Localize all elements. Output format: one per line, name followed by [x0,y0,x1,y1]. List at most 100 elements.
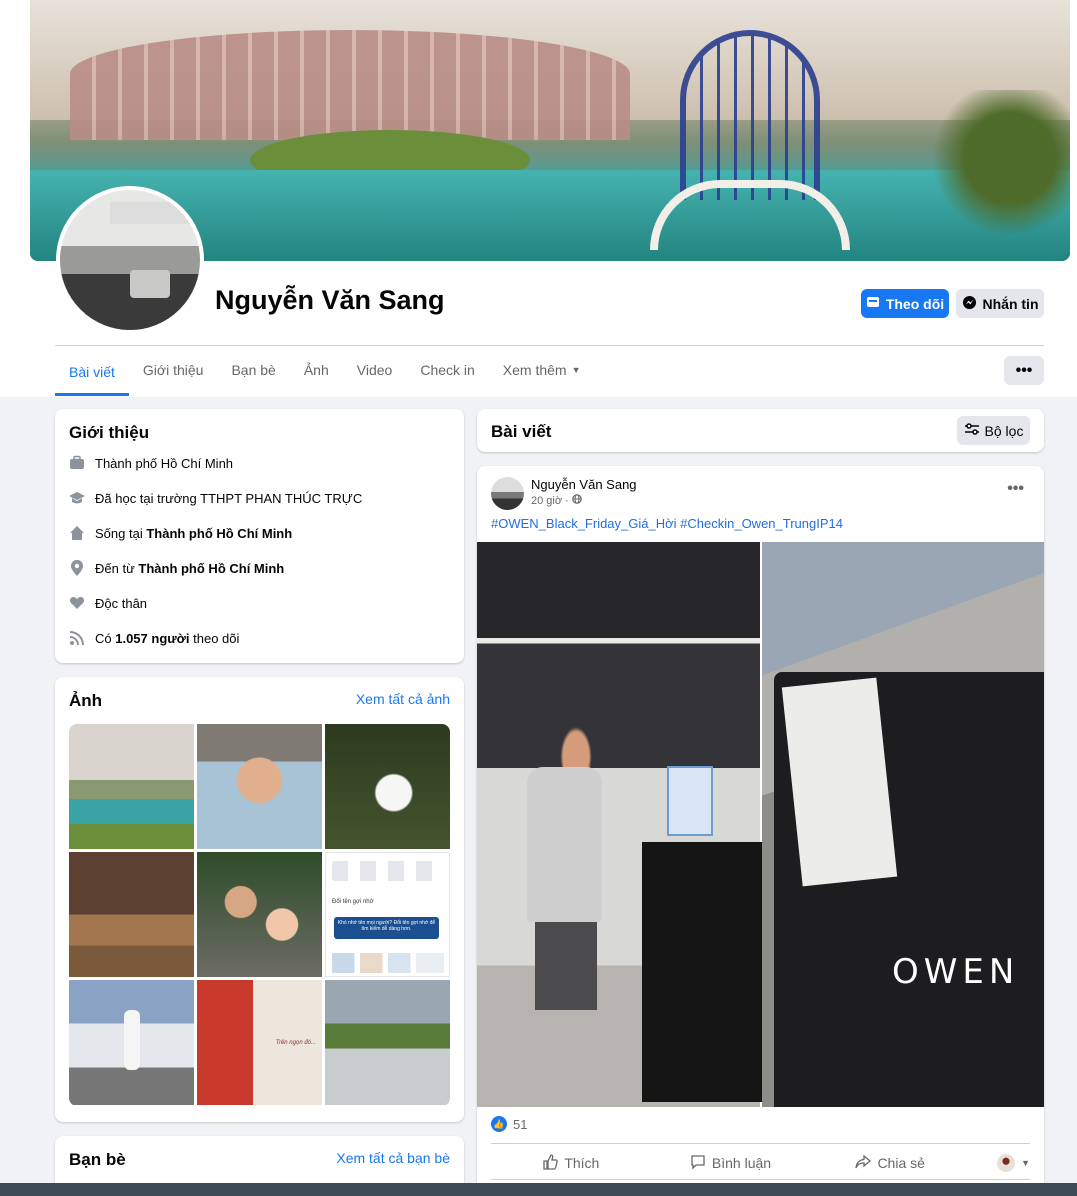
briefcase-icon [69,455,85,471]
post-photo-bag[interactable]: OWEN [762,542,1044,1107]
tab-more-label: Xem thêm [502,362,567,378]
thumbs-up-icon [542,1153,559,1173]
thumbnail-screenshot-tip: Khó nhớ tên mọi người? Đổi tên gợi nhớ đ… [334,917,439,939]
photo-grid: Đổi tên gợi nhớ Khó nhớ tên mọi người? Đ… [69,724,450,1106]
tab-posts[interactable]: Bài viết [55,350,129,396]
caret-down-icon: ▼ [571,365,581,375]
intro-followers-suffix: theo dõi [189,630,240,646]
message-label: Nhắn tin [982,295,1039,312]
photo-thumbnail[interactable] [197,724,322,849]
graduation-cap-icon [69,490,85,506]
post-options-icon[interactable]: ••• [1007,480,1024,498]
photo-thumbnail[interactable] [325,724,450,849]
post-photo-store[interactable] [477,542,762,1107]
intro-from-text: Đến từ Thành phố Hồ Chí Minh [95,561,284,576]
taskbar-strip [0,1183,1077,1196]
post-timestamp: 20 giờ · [531,494,582,507]
post-card: Nguyễn Văn Sang 20 giờ · ••• #OWEN_Black… [477,466,1044,1196]
rss-icon [69,630,85,646]
viewer-avatar [997,1154,1016,1172]
heart-icon [69,595,85,611]
photos-title: Ảnh [69,691,103,710]
comment-icon [690,1154,706,1173]
photo-thumbnail[interactable] [69,852,194,977]
photo-thumbnail[interactable]: Trên ngọn đó... [197,980,322,1105]
see-all-photos-link[interactable]: Xem tất cả ảnh [356,691,450,707]
intro-followers-text: Có 1.057 người theo dõi [95,631,239,646]
thumbnail-icon-row [332,861,444,881]
post-divider [491,1143,1030,1144]
filter-label: Bộ lọc [984,422,1024,439]
location-pin-icon [69,560,85,576]
tab-friends[interactable]: Bạn bè [217,350,289,390]
intro-followers-count[interactable]: 1.057 người [115,631,189,646]
thumbnail-screenshot-title: Đổi tên gợi nhớ [332,899,374,905]
messenger-icon [962,295,977,313]
reaction-summary[interactable]: 👍 51 [491,1116,527,1132]
post-time-text[interactable]: 20 giờ · [531,495,569,507]
posts-header-card: Bài viết Bộ lọc [477,409,1044,452]
intro-item-education: Đã học tại trường TTHPT PHAN THÚC TRỰC [69,490,362,506]
photo-thumbnail[interactable] [197,852,322,977]
globe-icon [571,494,582,507]
profile-tabs: Bài viết Giới thiệu Bạn bè Ảnh Video Che… [55,350,595,396]
home-icon [69,525,85,541]
like-label: Thích [564,1155,600,1171]
share-button[interactable]: Chia sẻ [810,1148,970,1178]
follow-label: Theo dõi [885,295,945,312]
header-divider [55,345,1044,346]
intro-item-lives: Sống tại Thành phố Hồ Chí Minh [69,525,292,541]
thumbnail-media-row [332,953,444,973]
post-author-avatar[interactable] [491,477,524,510]
intro-lives-text: Sống tại Thành phố Hồ Chí Minh [95,526,292,541]
intro-item-followers: Có 1.057 người theo dõi [69,630,239,646]
tab-about[interactable]: Giới thiệu [129,350,218,390]
intro-item-text: Thành phố Hồ Chí Minh [95,455,234,471]
caret-down-icon: ▼ [1021,1158,1031,1168]
photo-thumbnail[interactable] [69,724,194,849]
profile-name: Nguyễn Văn Sang [215,285,445,315]
intro-followers-prefix: Có [95,630,116,646]
share-icon [855,1154,872,1173]
sliders-icon [964,422,980,439]
message-button[interactable]: Nhắn tin [956,289,1044,318]
post-actions: Thích Bình luận Chia sẻ ▼ [491,1148,1030,1178]
more-options-button[interactable]: ••• [1004,356,1044,385]
intro-lives-city[interactable]: Thành phố Hồ Chí Minh [146,526,292,541]
intro-item-work: Thành phố Hồ Chí Minh [69,455,233,471]
post-author-name[interactable]: Nguyễn Văn Sang [531,477,637,492]
like-button[interactable]: Thích [491,1148,651,1178]
profile-avatar[interactable] [56,186,204,334]
friends-title: Bạn bè [69,1150,126,1169]
intro-from-prefix: Đến từ [95,560,139,576]
intro-lives-prefix: Sống tại [95,525,147,541]
tab-more[interactable]: Xem thêm ▼ [489,350,595,390]
post-hashtags[interactable]: #OWEN_Black_Friday_Giá_Hời #Checkin_Owen… [491,516,843,531]
filter-button[interactable]: Bộ lọc [957,416,1030,445]
comment-label: Bình luận [711,1155,772,1171]
thumbnail-caption: Trên ngọn đó... [275,1040,316,1046]
reaction-audience-selector[interactable]: ▼ [970,1148,1030,1178]
posts-title: Bài viết [491,422,552,441]
intro-item-text: Đã học tại trường TTHPT PHAN THÚC TRỰC [95,490,363,506]
profile-header: Nguyễn Văn Sang Theo dõi Nhắn tin Bài vi… [0,0,1077,397]
photo-thumbnail[interactable]: Đổi tên gợi nhớ Khó nhớ tên mọi người? Đ… [325,852,450,977]
photo-thumbnail[interactable] [69,980,194,1105]
intro-item-text: Độc thân [95,595,148,611]
tab-check-in[interactable]: Check in [406,350,488,390]
photo-thumbnail[interactable] [325,980,450,1105]
bag-brand-text: OWEN [892,952,1020,992]
share-label: Chia sẻ [877,1155,925,1171]
intro-item-from: Đến từ Thành phố Hồ Chí Minh [69,560,284,576]
see-all-friends-link[interactable]: Xem tất cả bạn bè [336,1150,450,1166]
tab-video[interactable]: Video [343,350,407,390]
photos-card: Ảnh Xem tất cả ảnh Đổi tên gợi nhớ Khó n… [55,677,464,1122]
post-divider [491,1179,1030,1180]
intro-card: Giới thiệu Thành phố Hồ Chí Minh Đã học … [55,409,464,663]
intro-from-city[interactable]: Thành phố Hồ Chí Minh [138,561,284,576]
intro-title: Giới thiệu [69,423,150,442]
follow-button[interactable]: Theo dõi [861,289,949,318]
comment-button[interactable]: Bình luận [651,1148,811,1178]
reaction-count: 51 [513,1116,528,1132]
tab-photos[interactable]: Ảnh [290,350,343,390]
